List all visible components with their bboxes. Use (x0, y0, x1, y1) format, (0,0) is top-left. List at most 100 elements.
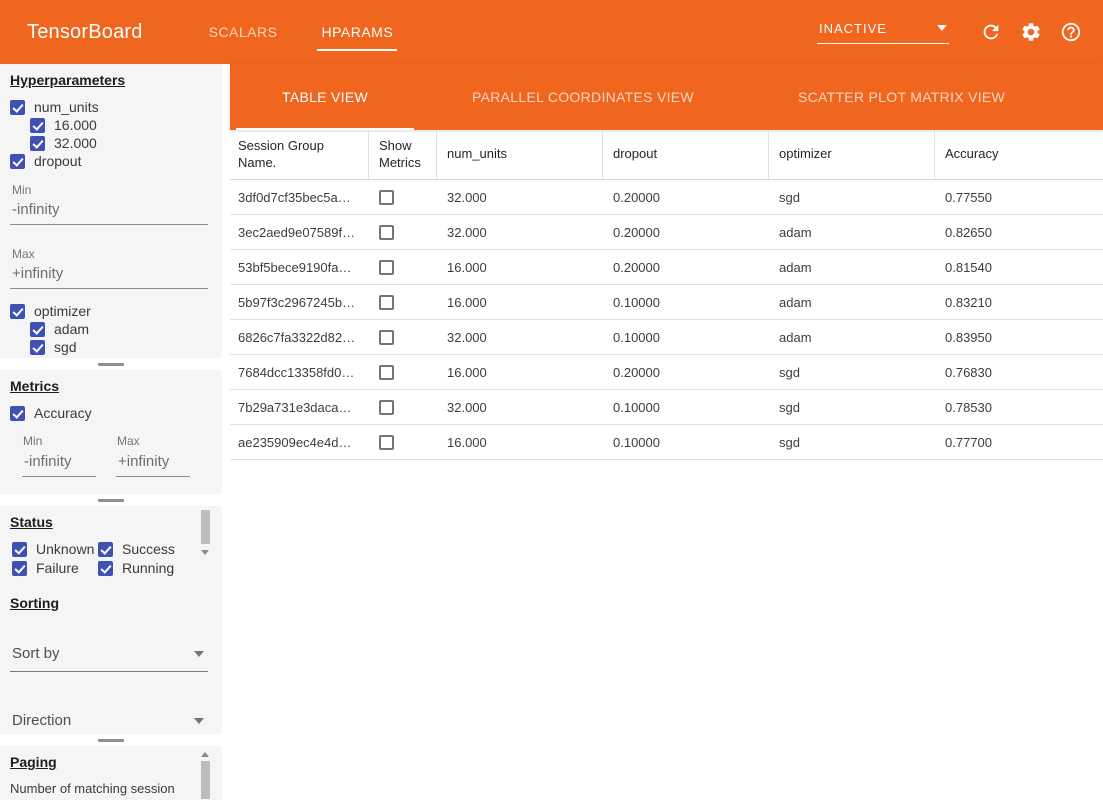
session-group-name: 5b97f3c2967245b… (230, 295, 369, 310)
optimizer-sgd-label: sgd (54, 339, 77, 355)
optimizer-cell: adam (769, 260, 935, 275)
app-header: TensorBoard SCALARS HPARAMS INACTIVE (0, 0, 1103, 64)
status-running[interactable]: Running (98, 559, 210, 577)
paging-scrollbar[interactable] (200, 752, 210, 800)
num-units-cell: 16.000 (437, 260, 603, 275)
run-status-dropdown[interactable]: INACTIVE (817, 21, 949, 44)
show-metrics-checkbox[interactable] (379, 190, 394, 205)
num-units-cell: 16.000 (437, 365, 603, 380)
dropout-max-input[interactable] (10, 262, 208, 289)
session-group-name: 7684dcc13358fd0… (230, 365, 369, 380)
pane-divider[interactable] (0, 494, 222, 506)
num-units-option-32[interactable]: 32.000 (30, 134, 210, 152)
dropout-cell: 0.20000 (603, 365, 769, 380)
status-scrollbar[interactable] (200, 510, 210, 568)
pane-divider[interactable] (0, 358, 222, 370)
chevron-down-icon (194, 718, 204, 724)
num-units-option-16[interactable]: 16.000 (30, 116, 210, 134)
optimizer-option-sgd[interactable]: sgd (30, 338, 210, 356)
dropout-cell: 0.20000 (603, 190, 769, 205)
optimizer-sgd-checkbox[interactable] (30, 340, 45, 355)
show-metrics-checkbox[interactable] (379, 225, 394, 240)
tab-table-view[interactable]: TABLE VIEW (230, 64, 420, 130)
chevron-down-icon (194, 651, 204, 657)
pane-divider[interactable] (0, 734, 222, 746)
num-units-checkbox[interactable] (10, 100, 25, 115)
show-metrics-checkbox[interactable] (379, 330, 394, 345)
col-show-metrics: Show Metrics (369, 130, 437, 179)
accuracy-max-label: Max (117, 434, 194, 448)
sort-by-dropdown[interactable]: Sort by (10, 641, 208, 672)
accuracy-cell: 0.78530 (935, 400, 1103, 415)
tab-scatter-plot-matrix-view[interactable]: SCATTER PLOT MATRIX VIEW (746, 64, 1057, 130)
metrics-heading: Metrics (10, 378, 210, 394)
scroll-up-icon[interactable] (201, 752, 209, 757)
num-units-cell: 32.000 (437, 190, 603, 205)
dropout-cell: 0.20000 (603, 225, 769, 240)
num-units-16-checkbox[interactable] (30, 118, 45, 133)
dropout-cell: 0.20000 (603, 260, 769, 275)
show-metrics-checkbox[interactable] (379, 295, 394, 310)
num-units-cell: 32.000 (437, 330, 603, 345)
refresh-icon[interactable] (979, 20, 1003, 44)
direction-value: Direction (12, 712, 71, 729)
hparams-sidebar: Hyperparameters num_units 16.000 32.000 … (0, 64, 222, 800)
table-row: 6826c7fa3322d82… 32.000 0.10000 adam 0.8… (230, 320, 1103, 355)
optimizer-cell: adam (769, 225, 935, 240)
tab-scalars[interactable]: SCALARS (187, 0, 300, 64)
dropout-min-input[interactable] (10, 198, 208, 225)
hparam-optimizer[interactable]: optimizer (10, 302, 210, 320)
accuracy-min-input[interactable] (22, 450, 96, 477)
show-metrics-checkbox[interactable] (379, 260, 394, 275)
unknown-checkbox[interactable] (12, 542, 27, 557)
run-status-value: INACTIVE (819, 21, 887, 36)
show-metrics-checkbox[interactable] (379, 365, 394, 380)
running-checkbox[interactable] (98, 561, 113, 576)
table-row: 3df0d7cf35bec5a… 32.000 0.20000 sgd 0.77… (230, 180, 1103, 215)
resize-handle[interactable] (98, 499, 124, 502)
dropout-max-label: Max (12, 247, 210, 261)
status-failure[interactable]: Failure (12, 559, 98, 577)
show-metrics-checkbox[interactable] (379, 435, 394, 450)
status-unknown[interactable]: Unknown (12, 540, 98, 558)
scrollbar-thumb[interactable] (201, 510, 210, 544)
pane-paging: Paging Number of matching session groups… (0, 746, 222, 800)
tab-parallel-coordinates-view[interactable]: PARALLEL COORDINATES VIEW (420, 64, 746, 130)
resize-handle[interactable] (98, 363, 124, 366)
hparam-dropout[interactable]: dropout (10, 152, 210, 170)
failure-checkbox[interactable] (12, 561, 27, 576)
show-metrics-cell (369, 190, 437, 205)
hparam-num-units[interactable]: num_units (10, 98, 210, 116)
resize-handle[interactable] (98, 739, 124, 742)
show-metrics-checkbox[interactable] (379, 400, 394, 415)
optimizer-cell: sgd (769, 365, 935, 380)
dropout-cell: 0.10000 (603, 435, 769, 450)
dropout-checkbox[interactable] (10, 154, 25, 169)
optimizer-adam-checkbox[interactable] (30, 322, 45, 337)
pane-status-sorting: Status Unknown Success Failure Running (0, 506, 222, 734)
hparams-main: TABLE VIEW PARALLEL COORDINATES VIEW SCA… (230, 64, 1103, 800)
show-metrics-cell (369, 400, 437, 415)
dropout-min-label: Min (12, 183, 210, 197)
tab-hparams[interactable]: HPARAMS (299, 0, 415, 64)
optimizer-option-adam[interactable]: adam (30, 320, 210, 338)
header-actions: INACTIVE (817, 20, 1103, 44)
status-success[interactable]: Success (98, 540, 210, 558)
session-group-name: ae235909ec4e4d… (230, 435, 369, 450)
num-units-32-checkbox[interactable] (30, 136, 45, 151)
help-icon[interactable] (1059, 20, 1083, 44)
success-label: Success (122, 541, 175, 557)
metric-accuracy[interactable]: Accuracy (10, 404, 210, 422)
scroll-down-icon[interactable] (201, 550, 209, 555)
success-checkbox[interactable] (98, 542, 113, 557)
accuracy-checkbox[interactable] (10, 406, 25, 421)
col-accuracy: Accuracy (935, 130, 1103, 179)
scrollbar-thumb[interactable] (201, 761, 210, 799)
accuracy-max-input[interactable] (116, 450, 190, 477)
direction-dropdown[interactable]: Direction (10, 708, 208, 734)
app-title: TensorBoard (27, 21, 143, 44)
view-tabs: TABLE VIEW PARALLEL COORDINATES VIEW SCA… (230, 64, 1103, 130)
gear-icon[interactable] (1019, 20, 1043, 44)
session-group-name: 6826c7fa3322d82… (230, 330, 369, 345)
optimizer-checkbox[interactable] (10, 304, 25, 319)
